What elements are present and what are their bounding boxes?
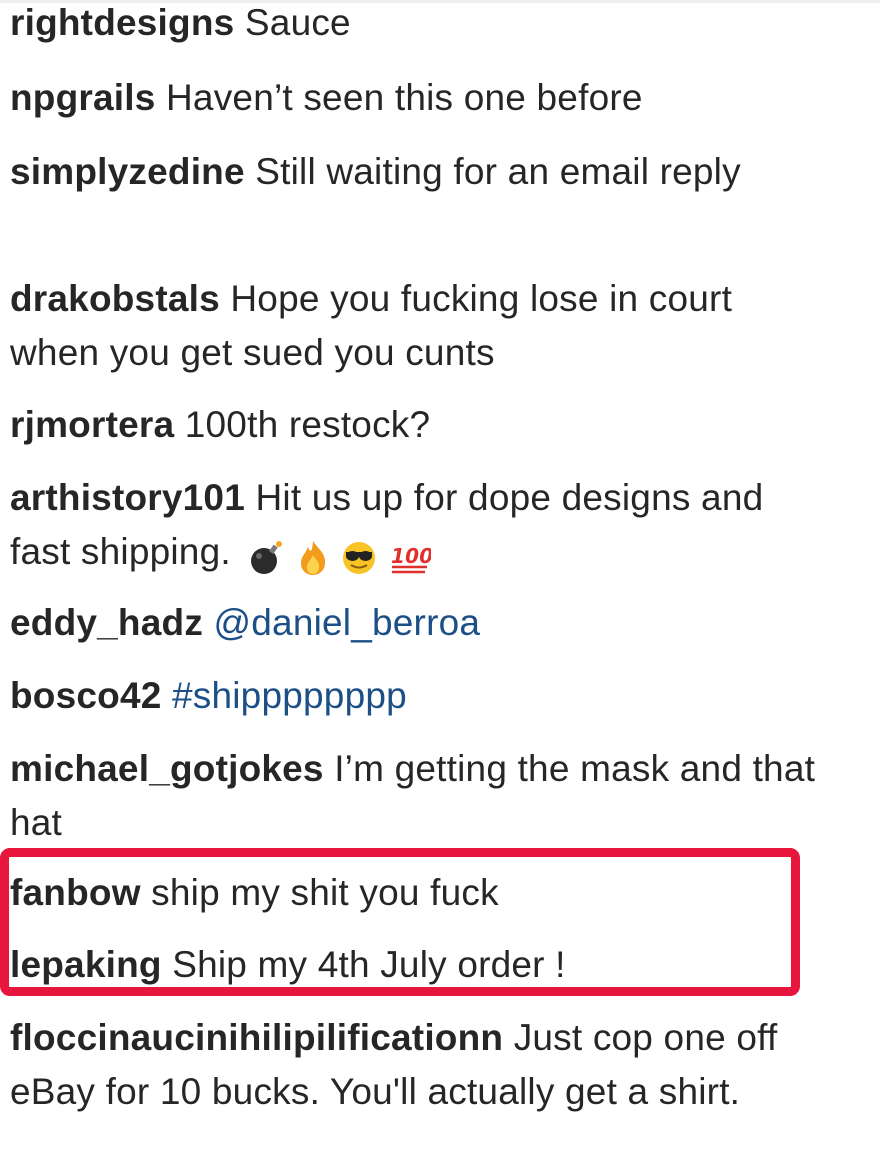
comment-username[interactable]: eddy_hadz xyxy=(10,602,203,643)
comment-item: drakobstals Hope you fucking lose in cou… xyxy=(10,272,800,380)
comment-text: Haven’t seen this one before xyxy=(166,77,643,118)
comment-item: rightdesigns Sauce xyxy=(10,0,855,50)
comment-item: bosco42 #shipppppppp xyxy=(10,669,855,723)
comment-item: rjmortera 100th restock? xyxy=(10,398,855,452)
bomb-icon xyxy=(251,541,283,575)
comment-text: Sauce xyxy=(244,2,351,43)
hundred-points-icon: 100 xyxy=(391,544,431,574)
emoji-group: 100 xyxy=(247,529,431,583)
sunglasses-face-icon xyxy=(343,542,376,575)
comment-username[interactable]: rjmortera xyxy=(10,404,174,445)
comment-username[interactable]: michael_gotjokes xyxy=(10,748,324,789)
comment-username[interactable]: drakobstals xyxy=(10,278,220,319)
comment-item: michael_gotjokes I’m getting the mask an… xyxy=(10,742,820,850)
comment-item: arthistory101 Hit us up for dope designs… xyxy=(10,471,800,583)
comment-hashtag-link[interactable]: #shipppppppp xyxy=(172,675,407,716)
comment-item: npgrails Haven’t seen this one before xyxy=(10,71,855,125)
svg-text:100: 100 xyxy=(391,544,431,568)
comment-username[interactable]: simplyzedine xyxy=(10,151,245,192)
comment-item: floccinaucinihilipilificationn Just cop … xyxy=(10,1011,840,1119)
comment-username[interactable]: floccinaucinihilipilificationn xyxy=(10,1017,503,1058)
comment-text: Still waiting for an email reply xyxy=(255,151,741,192)
comment-username[interactable]: bosco42 xyxy=(10,675,162,716)
comment-mention-link[interactable]: @daniel_berroa xyxy=(214,602,481,643)
comment-text: 100th restock? xyxy=(184,404,431,445)
fire-icon xyxy=(300,541,325,576)
comment-username[interactable]: rightdesigns xyxy=(10,2,234,43)
highlight-annotation-box xyxy=(0,848,800,996)
comment-username[interactable]: npgrails xyxy=(10,77,156,118)
comment-item: simplyzedine Still waiting for an email … xyxy=(10,145,800,199)
comment-username[interactable]: arthistory101 xyxy=(10,477,245,518)
comment-item: eddy_hadz @daniel_berroa xyxy=(10,596,855,650)
